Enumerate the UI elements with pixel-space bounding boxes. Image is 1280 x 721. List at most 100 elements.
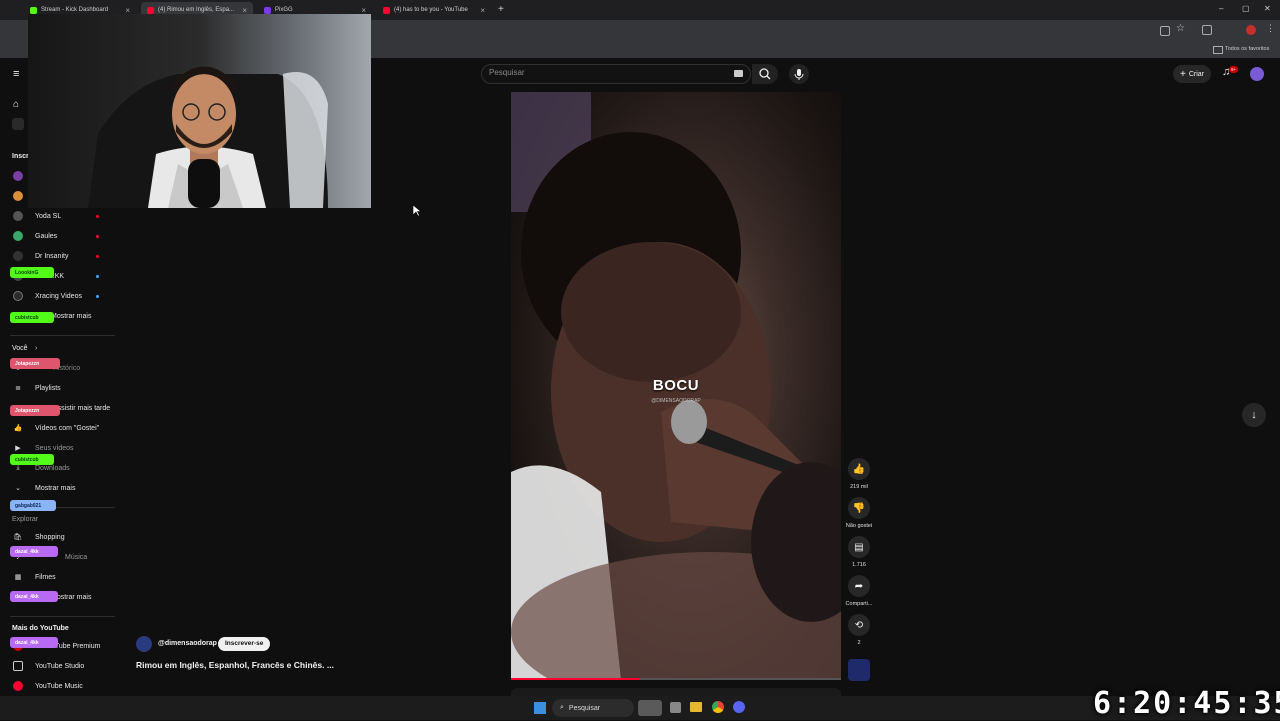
- chat-badge: dazai_4kk: [10, 591, 58, 602]
- sidebar-item-label: Vídeos com "Gostei": [35, 424, 100, 432]
- chrome-icon[interactable]: [712, 701, 724, 713]
- share-button[interactable]: ➦: [848, 575, 870, 597]
- live-dot: [96, 215, 99, 218]
- all-bookmarks-link[interactable]: Todos os favoritos: [1225, 46, 1269, 52]
- minimize-icon[interactable]: –: [1219, 4, 1223, 13]
- like-button[interactable]: 👍: [848, 458, 870, 480]
- chat-badge: dazai_4kk: [10, 637, 58, 648]
- webcam-overlay: [28, 14, 371, 208]
- streamer-webcam-image: [28, 14, 371, 208]
- progress-bar[interactable]: [511, 678, 841, 680]
- channel-avatar[interactable]: [136, 636, 152, 652]
- pixgg-icon: [264, 6, 271, 14]
- thumb-up-icon: 👍: [13, 425, 23, 432]
- sidebar-item-shopping[interactable]: 🛍 Shopping: [0, 528, 115, 546]
- film-icon: ▦: [14, 574, 22, 581]
- hamburger-menu-icon[interactable]: ≡: [13, 68, 19, 80]
- channel-avatar: [13, 291, 23, 301]
- next-short-preview[interactable]: [511, 688, 841, 696]
- chat-badge: cubistcub: [10, 454, 54, 465]
- star-icon[interactable]: ☆: [1176, 23, 1185, 34]
- chat-badge: Jotapezzn: [10, 358, 60, 369]
- chevron-down-icon: ⌄: [15, 485, 21, 492]
- show-more-you[interactable]: ⌄ Mostrar mais: [0, 479, 115, 497]
- voice-search-button[interactable]: [789, 64, 809, 84]
- comment-icon: ▤: [854, 541, 864, 553]
- taskbar-search[interactable]: ⌕ Pesquisar: [552, 699, 634, 717]
- sidebar-item-label: Música: [65, 553, 88, 561]
- shorts-icon[interactable]: [12, 118, 24, 130]
- tab-youtube-has-to-be-you[interactable]: (4) has to be you - YouTube ×: [377, 2, 491, 18]
- remix-icon: ⟲: [854, 619, 864, 631]
- create-button[interactable]: + Criar: [1173, 65, 1211, 83]
- kick-icon: [30, 6, 37, 14]
- share-icon: ➦: [854, 580, 864, 592]
- chevron-right-icon: ›: [35, 345, 38, 352]
- chat-badge: dazai_4kk: [10, 546, 58, 557]
- next-short-button[interactable]: ↓: [1242, 403, 1266, 427]
- search-icon: ⌕: [560, 704, 564, 711]
- discord-icon[interactable]: [733, 701, 745, 713]
- channel-avatar: [13, 211, 23, 221]
- dislike-button[interactable]: 👎: [848, 497, 870, 519]
- menu-dots-icon[interactable]: ⋮: [1266, 23, 1275, 34]
- remix-button[interactable]: ⟲: [848, 614, 870, 636]
- new-content-dot: [96, 295, 99, 298]
- live-dot: [96, 235, 99, 238]
- sidebar-item-label: Filmes: [35, 573, 56, 581]
- channel-avatar: [13, 191, 23, 201]
- sidebar-item-movies[interactable]: ▦ Filmes: [0, 568, 115, 586]
- chat-badge: gabgab021: [10, 500, 56, 511]
- sidebar-item-youtube-studio[interactable]: YouTube Studio: [0, 657, 115, 675]
- comments-button[interactable]: ▤: [848, 536, 870, 558]
- new-tab-button[interactable]: +: [498, 4, 504, 15]
- sidebar-item-label: YouTube Studio: [35, 662, 85, 670]
- subscription-label: Yoda SL: [35, 212, 62, 220]
- progress-fill: [511, 678, 640, 680]
- task-view-icon[interactable]: [670, 702, 681, 713]
- plus-icon: +: [1179, 68, 1186, 80]
- profile-avatar[interactable]: [1246, 25, 1256, 35]
- subscribe-button[interactable]: Inscrever-se: [218, 637, 271, 651]
- subscription-label: Gaules: [35, 232, 58, 240]
- audio-track-thumbnail[interactable]: [848, 659, 870, 681]
- home-icon[interactable]: ⌂: [13, 99, 19, 110]
- file-explorer-icon[interactable]: [690, 702, 702, 712]
- you-title[interactable]: Você: [12, 345, 28, 352]
- subscription-label: Dr Insanity: [35, 252, 69, 260]
- show-more-label: Mostrar mais: [51, 312, 92, 320]
- widgets-icon[interactable]: [638, 700, 662, 716]
- sidebar-item-liked-videos[interactable]: 👍 Vídeos com "Gostei": [0, 419, 115, 437]
- close-icon[interactable]: ×: [480, 6, 485, 15]
- video-title[interactable]: Rimou em Inglês, Espanhol, Francês e Chi…: [136, 660, 334, 670]
- video-icon: ▶: [15, 445, 21, 452]
- youtube-studio-icon: [13, 661, 23, 671]
- thumb-up-icon: 👍: [852, 463, 866, 475]
- explore-title: Explorar: [12, 516, 39, 523]
- channel-avatar: [13, 251, 23, 261]
- maximize-icon[interactable]: ▢: [1242, 4, 1250, 13]
- playlists-icon: ≣: [15, 385, 21, 392]
- search-placeholder: Pesquisar: [489, 68, 525, 77]
- microphone-icon: [794, 69, 804, 80]
- sidebar-item-label: Assistir mais tarde: [53, 404, 111, 412]
- sidebar-item-youtube-music[interactable]: YouTube Music: [0, 677, 115, 695]
- windows-start-icon[interactable]: [534, 702, 546, 714]
- extensions-icon[interactable]: [1202, 25, 1212, 35]
- search-icon: [759, 68, 771, 80]
- keyboard-icon[interactable]: [734, 70, 743, 77]
- search-button[interactable]: [752, 64, 778, 84]
- cast-icon[interactable]: [1160, 26, 1170, 36]
- channel-avatar: [13, 171, 23, 181]
- thumb-down-icon: 👎: [852, 502, 866, 514]
- remix-count: 2: [857, 640, 861, 646]
- sidebar-item-label: Shopping: [35, 533, 65, 541]
- user-avatar[interactable]: [1250, 67, 1264, 81]
- channel-handle[interactable]: @dimensaodorap: [158, 640, 217, 647]
- chat-badge: cubistcub: [10, 312, 54, 323]
- subscription-label: Xracing Videos: [35, 292, 82, 300]
- live-dot: [96, 255, 99, 258]
- close-window-icon[interactable]: ✕: [1264, 4, 1271, 13]
- show-more-label: Mostrar mais: [35, 484, 76, 492]
- sidebar-item-playlists[interactable]: ≣ Playlists: [0, 379, 115, 397]
